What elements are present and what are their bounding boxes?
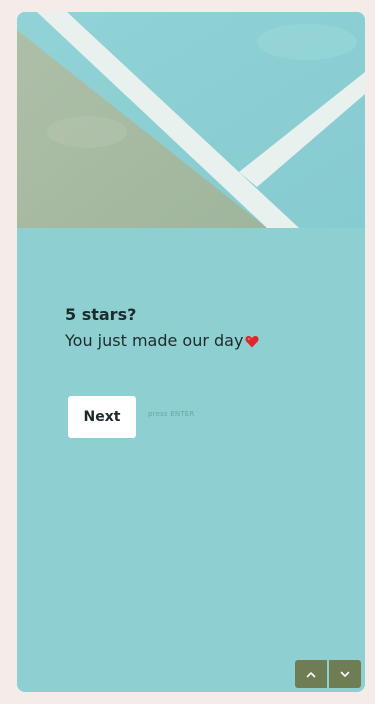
heart-icon [245, 331, 259, 355]
navigation-controls [295, 660, 361, 688]
next-button[interactable]: Next [68, 396, 136, 438]
previous-question-button[interactable] [295, 660, 327, 688]
next-question-button[interactable] [329, 660, 361, 688]
hero-image [17, 12, 365, 228]
chevron-up-icon [306, 671, 316, 677]
chevron-down-icon [340, 671, 350, 677]
question-title: 5 stars? [65, 305, 137, 324]
question-block: 5 stars? You just made our day [65, 304, 355, 355]
survey-card: 5 stars? You just made our day Next pres… [17, 12, 365, 692]
question-subtitle: You just made our day [65, 331, 244, 350]
hero-illustration [17, 12, 365, 228]
press-enter-hint: press ENTER [148, 410, 195, 418]
question-subtitle-line: You just made our day [65, 329, 355, 355]
